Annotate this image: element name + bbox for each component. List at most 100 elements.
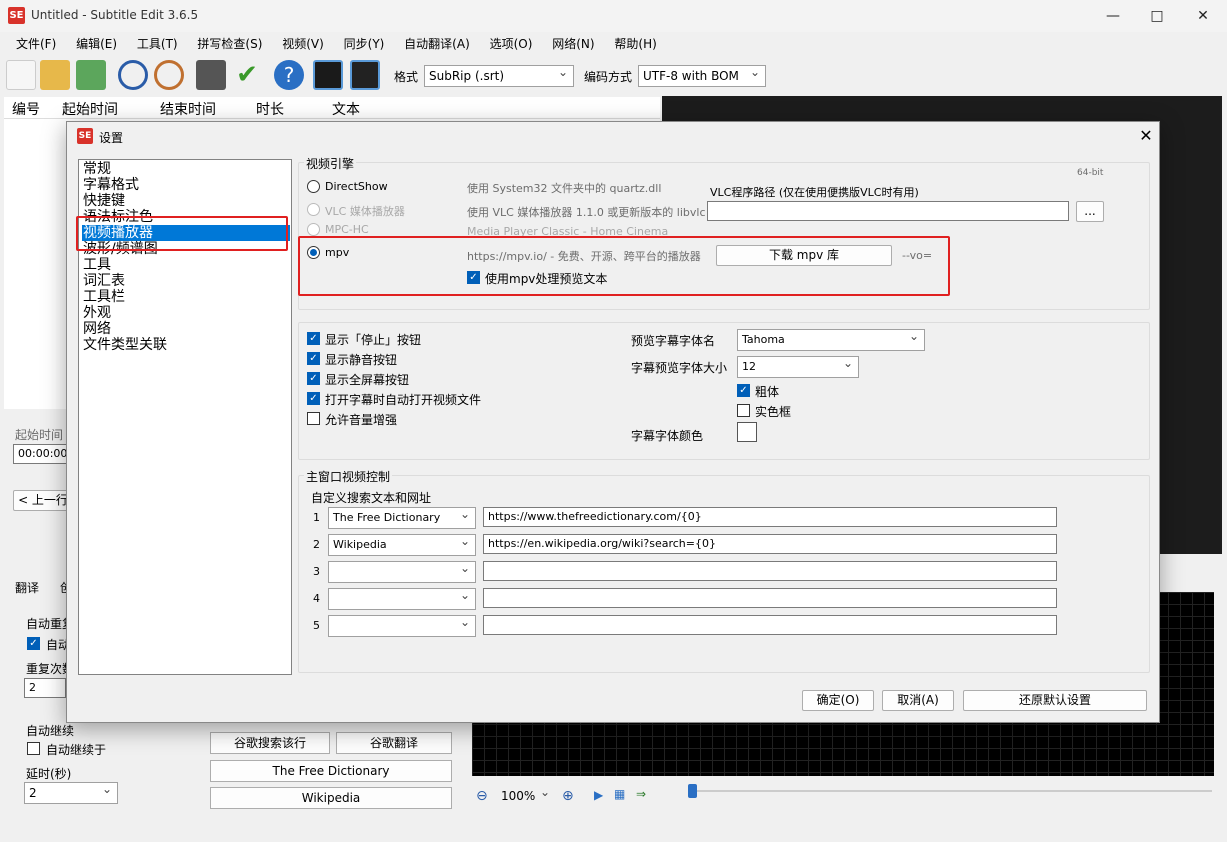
nav-toolbar[interactable]: 工具栏 [82, 289, 290, 305]
spellcheck-icon[interactable]: ✔ [232, 60, 262, 90]
search-engine-dropdown[interactable]: The Free Dictionary [328, 507, 476, 529]
zoom-out-icon[interactable]: ⊖ [476, 788, 488, 804]
find-icon[interactable] [118, 60, 148, 90]
position-slider[interactable] [690, 790, 1212, 792]
menu-spellcheck[interactable]: 拼写检查(S) [189, 32, 270, 56]
search-row-number: 5 [313, 619, 320, 632]
highlight-box-nav [76, 216, 288, 251]
save-icon[interactable] [76, 60, 106, 90]
visual-sync-icon[interactable] [196, 60, 226, 90]
menu-sync[interactable]: 同步(Y) [336, 32, 393, 56]
open-folder-icon[interactable] [40, 60, 70, 90]
bold-label: 粗体 [755, 385, 780, 399]
menu-auto-translate[interactable]: 自动翻译(A) [396, 32, 478, 56]
nav-file-associations[interactable]: 文件类型关联 [82, 337, 290, 353]
vlc-path-input[interactable] [707, 201, 1069, 221]
zoom-in-icon[interactable]: ⊕ [562, 788, 574, 804]
search-url-input[interactable] [483, 588, 1057, 608]
show-mute-checkbox[interactable]: ✓ [307, 352, 320, 365]
search-url-input[interactable]: https://en.wikipedia.org/wiki?search={0} [483, 534, 1057, 554]
dialog-close-button[interactable]: ✕ [1133, 123, 1159, 149]
box-checkbox[interactable] [737, 404, 750, 417]
cancel-button[interactable]: 取消(A) [882, 690, 954, 711]
nav-shortcuts[interactable]: 快捷键 [82, 193, 290, 209]
menu-tools[interactable]: 工具(T) [129, 32, 186, 56]
forward-icon[interactable]: ⇒ [636, 787, 646, 801]
search-engine-dropdown[interactable]: Wikipedia [328, 534, 476, 556]
new-file-icon[interactable] [6, 60, 36, 90]
encoding-dropdown[interactable]: UTF-8 with BOM [638, 65, 766, 87]
restore-defaults-button[interactable]: 还原默认设置 [963, 690, 1147, 711]
delay-dropdown[interactable]: 2 [24, 782, 118, 804]
vlc-browse-button[interactable]: ... [1076, 201, 1104, 222]
auto-open-video-checkbox[interactable]: ✓ [307, 392, 320, 405]
search-row-number: 4 [313, 592, 320, 605]
directshow-desc: 使用 System32 文件夹中的 quartz.dll [467, 182, 662, 195]
nav-general[interactable]: 常规 [82, 161, 290, 177]
format-dropdown[interactable]: SubRip (.srt) [424, 65, 574, 87]
auto-continue-checkbox[interactable] [27, 742, 40, 755]
column-end-time[interactable]: 结束时间 [160, 99, 216, 119]
menu-video[interactable]: 视频(V) [274, 32, 332, 56]
zoom-dropdown[interactable]: 100% [496, 785, 556, 807]
maximize-button[interactable]: □ [1134, 0, 1180, 32]
nav-word-lists[interactable]: 词汇表 [82, 273, 290, 289]
search-url-input[interactable]: https://www.thefreedictionary.com/{0} [483, 507, 1057, 527]
subtitle-grid-header: 编号 起始时间 结束时间 时长 文本 [4, 97, 660, 119]
play-icon[interactable]: ▶ [594, 788, 603, 802]
help-icon[interactable]: ? [274, 60, 304, 90]
menu-edit[interactable]: 编辑(E) [68, 32, 125, 56]
search-engine-dropdown[interactable] [328, 615, 476, 637]
directshow-radio[interactable] [307, 180, 320, 193]
nav-network[interactable]: 网络 [82, 321, 290, 337]
vlc-radio[interactable] [307, 203, 320, 216]
close-window-button[interactable]: ✕ [1180, 0, 1226, 32]
slider-thumb[interactable] [688, 784, 697, 798]
ok-button[interactable]: 确定(O) [802, 690, 874, 711]
video-icon[interactable] [350, 60, 380, 90]
preview-font-name-dropdown[interactable]: Tahoma [737, 329, 925, 351]
menu-help[interactable]: 帮助(H) [606, 32, 664, 56]
menu-bar: 文件(F) 编辑(E) 工具(T) 拼写检查(S) 视频(V) 同步(Y) 自动… [0, 32, 1227, 56]
repeat-count-input[interactable]: 2 [24, 678, 66, 698]
google-translate-button[interactable]: 谷歌翻译 [336, 732, 452, 754]
column-duration[interactable]: 时长 [256, 99, 284, 119]
replace-icon[interactable] [154, 60, 184, 90]
show-fullscreen-checkbox[interactable]: ✓ [307, 372, 320, 385]
mpchc-radio[interactable] [307, 223, 320, 236]
show-mute-label: 显示静音按钮 [325, 353, 398, 367]
menu-network[interactable]: 网络(N) [544, 32, 602, 56]
search-engine-dropdown[interactable] [328, 561, 476, 583]
google-search-line-button[interactable]: 谷歌搜索该行 [210, 732, 330, 754]
font-color-swatch[interactable] [737, 422, 757, 442]
wikipedia-button[interactable]: Wikipedia [210, 787, 452, 809]
search-url-input[interactable] [483, 561, 1057, 581]
preview-font-size-dropdown[interactable]: 12 [737, 356, 859, 378]
search-url-input[interactable] [483, 615, 1057, 635]
column-number[interactable]: 编号 [12, 99, 40, 119]
search-engine-dropdown[interactable] [328, 588, 476, 610]
menu-options[interactable]: 选项(O) [482, 32, 541, 56]
show-stop-checkbox[interactable]: ✓ [307, 332, 320, 345]
column-start-time[interactable]: 起始时间 [62, 99, 118, 119]
start-time-input[interactable]: 00:00:00. [13, 444, 73, 464]
grid-icon[interactable]: ▦ [614, 787, 625, 801]
previous-line-button[interactable]: < 上一行 [13, 490, 73, 511]
bold-checkbox[interactable]: ✓ [737, 384, 750, 397]
menu-file[interactable]: 文件(F) [8, 32, 64, 56]
show-fullscreen-label: 显示全屏幕按钮 [325, 373, 410, 387]
search-row-number: 1 [313, 511, 320, 524]
tab-translate[interactable]: 翻译 [15, 579, 39, 596]
vlc-desc: 使用 VLC 媒体播放器 1.1.0 或更新版本的 libvlc [467, 206, 706, 219]
nav-appearance[interactable]: 外观 [82, 305, 290, 321]
minimize-button[interactable]: — [1090, 0, 1136, 32]
video-engine-label: 视频引擎 [304, 155, 357, 172]
allow-volume-boost-checkbox[interactable] [307, 412, 320, 425]
column-text[interactable]: 文本 [332, 99, 360, 119]
waveform-icon[interactable] [313, 60, 343, 90]
auto-repeat-checkbox[interactable]: ✓ [27, 637, 40, 650]
nav-tools[interactable]: 工具 [82, 257, 290, 273]
free-dictionary-button[interactable]: The Free Dictionary [210, 760, 452, 782]
nav-subtitle-formats[interactable]: 字幕格式 [82, 177, 290, 193]
format-label: 格式 [394, 70, 419, 84]
